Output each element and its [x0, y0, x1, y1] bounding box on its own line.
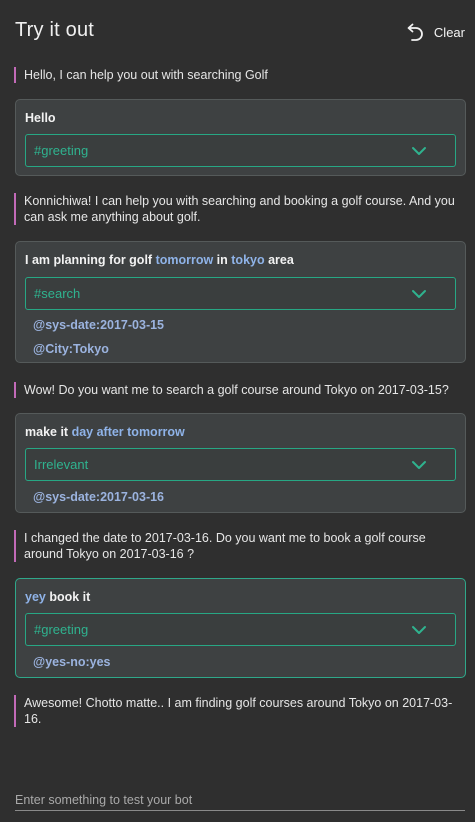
- utterance-text: make it: [25, 425, 72, 439]
- utterance-entity-highlight: day after tomorrow: [71, 425, 185, 439]
- bot-message-text: Konnichiwa! I can help you with searchin…: [24, 194, 455, 224]
- bot-message: Konnichiwa! I can help you with searchin…: [14, 193, 464, 225]
- intent-dropdown[interactable]: #greeting: [25, 134, 456, 167]
- clear-button[interactable]: Clear: [403, 21, 465, 43]
- user-message-card: I am planning for golf tomorrow in tokyo…: [15, 241, 466, 363]
- bot-message: Wow! Do you want me to search a golf cou…: [14, 382, 464, 398]
- bot-message-text: I changed the date to 2017-03-16. Do you…: [24, 531, 426, 561]
- page-title: Try it out: [15, 19, 95, 41]
- intent-dropdown[interactable]: #greeting: [25, 613, 456, 646]
- user-message-card: Hello #greeting: [15, 99, 466, 176]
- entity-tag[interactable]: @City:Tokyo: [33, 342, 109, 356]
- utterance-text: book it: [45, 590, 91, 604]
- chevron-down-icon: [412, 461, 426, 469]
- utterance-text: area: [264, 253, 294, 267]
- entity-tag[interactable]: @yes-no:yes: [33, 655, 111, 669]
- entity-tag[interactable]: @sys-date:2017-03-15: [33, 318, 164, 332]
- bot-message-text: Awesome! Chotto matte.. I am finding gol…: [24, 696, 453, 726]
- header: Try it out Clear: [0, 0, 475, 62]
- entity-tag[interactable]: @sys-date:2017-03-16: [33, 490, 164, 504]
- utterance-text: I am planning for golf: [25, 253, 156, 267]
- test-input-container: [15, 790, 465, 811]
- intent-label: #greeting: [34, 622, 89, 637]
- intent-dropdown[interactable]: #search: [25, 277, 456, 310]
- undo-arrow-icon: [403, 22, 425, 42]
- clear-label: Clear: [433, 24, 465, 40]
- utterance-text: Hello: [25, 111, 56, 125]
- chevron-down-icon: [412, 290, 426, 298]
- bot-message-text: Wow! Do you want me to search a golf cou…: [24, 383, 449, 397]
- bot-message: I changed the date to 2017-03-16. Do you…: [14, 530, 464, 562]
- user-utterance: make it day after tomorrow: [25, 425, 185, 439]
- user-utterance: yey book it: [25, 590, 90, 604]
- intent-label: #search: [34, 286, 81, 301]
- bot-message-text: Hello, I can help you out with searching…: [24, 68, 268, 82]
- bot-message: Awesome! Chotto matte.. I am finding gol…: [14, 695, 464, 727]
- intent-label: #greeting: [34, 143, 89, 158]
- utterance-entity-highlight: tokyo: [231, 253, 265, 267]
- user-message-card: yey book it #greeting @yes-no:yes: [15, 578, 466, 678]
- intent-label: Irrelevant: [34, 457, 89, 472]
- chevron-down-icon: [412, 147, 426, 155]
- user-utterance: Hello: [25, 111, 56, 125]
- user-message-card: make it day after tomorrow Irrelevant @s…: [15, 413, 466, 513]
- utterance-entity-highlight: yey: [25, 590, 46, 604]
- intent-dropdown[interactable]: Irrelevant: [25, 448, 456, 481]
- utterance-entity-highlight: tomorrow: [155, 253, 214, 267]
- user-utterance: I am planning for golf tomorrow in tokyo…: [25, 253, 294, 267]
- bot-message: Hello, I can help you out with searching…: [14, 67, 464, 83]
- test-bot-input[interactable]: [15, 790, 465, 810]
- utterance-text: in: [213, 253, 232, 267]
- chevron-down-icon: [412, 626, 426, 634]
